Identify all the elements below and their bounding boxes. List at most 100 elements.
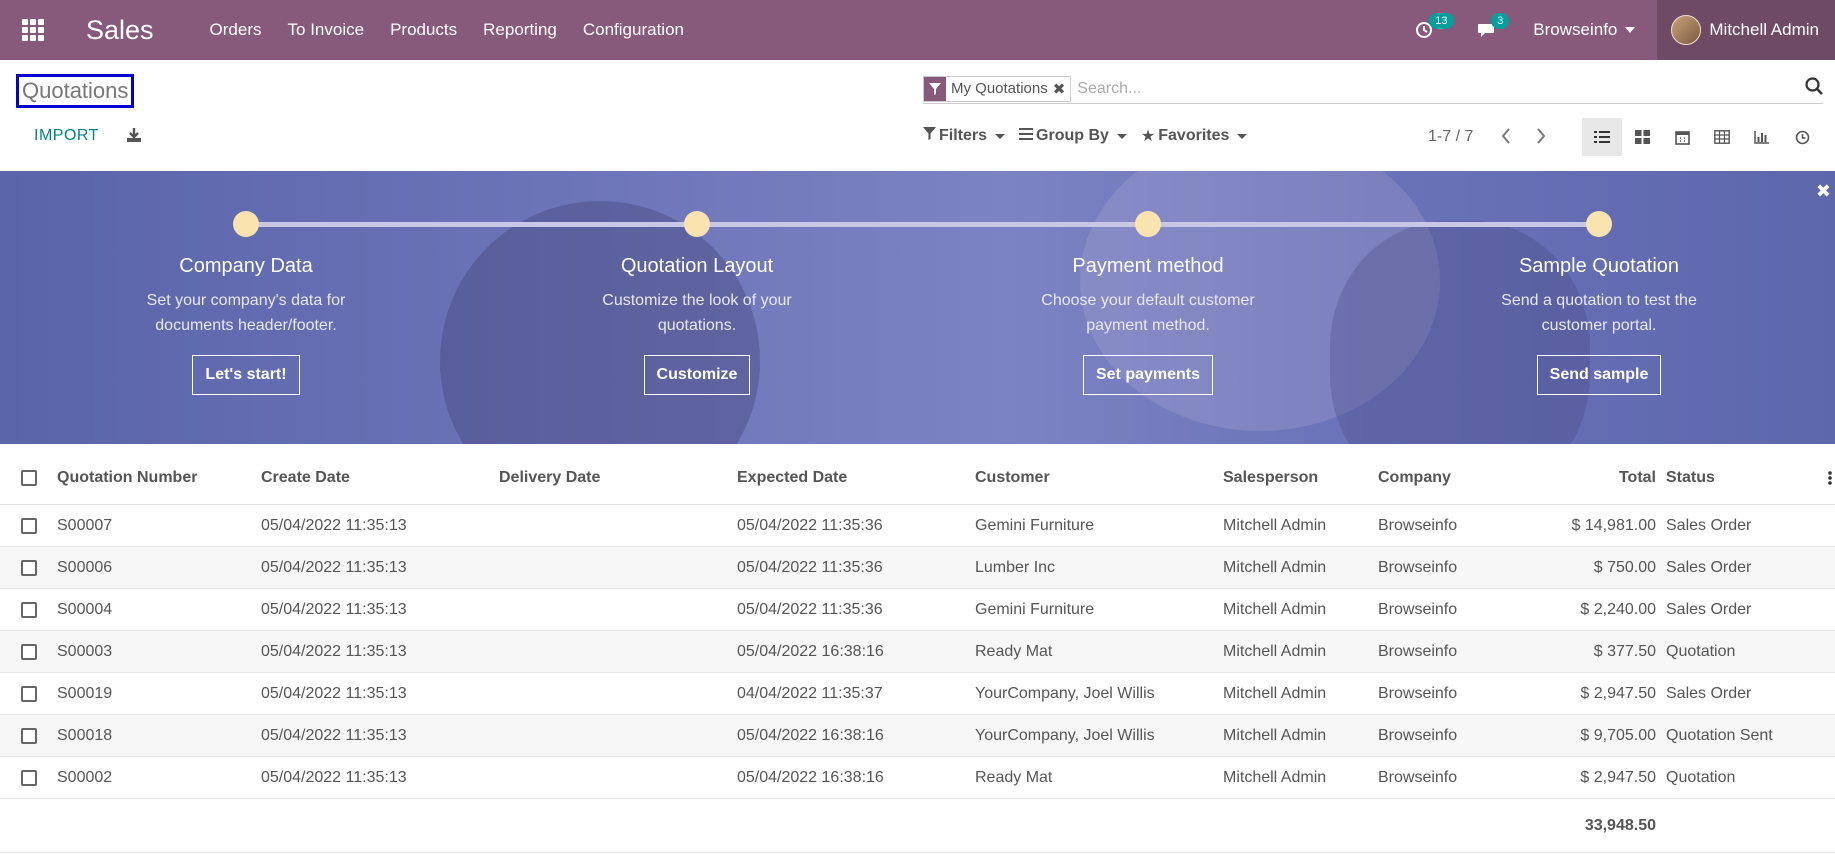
cell-customer: Lumber Inc — [975, 558, 1056, 576]
cell-status: Quotation — [1666, 768, 1736, 786]
company-switcher-label: Browseinfo — [1533, 20, 1618, 39]
column-header-company[interactable]: Company — [1378, 451, 1451, 504]
company-switcher[interactable]: Browseinfo — [1533, 20, 1636, 40]
row-checkbox[interactable] — [21, 505, 37, 546]
facet-remove-icon[interactable]: ✖ — [1053, 80, 1071, 98]
onboarding-banner: ✖ Company Data Set your company's data f… — [0, 171, 1835, 444]
table-footer: 33,948.50 — [0, 799, 1835, 853]
row-checkbox[interactable] — [21, 547, 37, 588]
column-header-status[interactable]: Status — [1666, 451, 1715, 504]
chevron-down-icon — [995, 133, 1006, 139]
cell-status: Sales Order — [1666, 516, 1752, 534]
step-title: Company Data — [179, 255, 313, 277]
favorites-button[interactable]: ★ Favorites — [1140, 126, 1248, 146]
group-by-button[interactable]: Group By — [1019, 127, 1127, 145]
download-icon[interactable] — [126, 127, 142, 148]
menu-to-invoice[interactable]: To Invoice — [288, 20, 365, 40]
step-title: Payment method — [1072, 255, 1224, 277]
column-header-create-date[interactable]: Create Date — [261, 451, 350, 504]
select-all-checkbox[interactable] — [21, 451, 37, 504]
table-row[interactable]: S00002 05/04/2022 11:35:13 05/04/2022 16… — [0, 757, 1835, 799]
customize-button[interactable]: Customize — [643, 355, 751, 395]
close-icon[interactable]: ✖ — [1816, 181, 1831, 202]
row-checkbox[interactable] — [21, 757, 37, 798]
cell-total: $ 14,981.00 — [1571, 516, 1656, 534]
quotations-table: Quotation Number Create Date Delivery Da… — [0, 451, 1835, 853]
cell-total: $ 377.50 — [1593, 642, 1656, 660]
table-row[interactable]: S00003 05/04/2022 11:35:13 05/04/2022 16… — [0, 631, 1835, 673]
star-icon: ★ — [1140, 128, 1156, 145]
pivot-view-icon[interactable] — [1702, 118, 1742, 156]
activity-view-icon[interactable] — [1782, 118, 1822, 156]
cell-salesperson: Mitchell Admin — [1223, 726, 1327, 744]
cell-customer: YourCompany, Joel Willis — [975, 726, 1155, 744]
cell-create-date: 05/04/2022 11:35:13 — [261, 558, 407, 576]
filter-icon — [924, 76, 946, 101]
chevron-down-icon — [1237, 133, 1248, 139]
menu-orders[interactable]: Orders — [210, 20, 262, 40]
cell-number: S00003 — [57, 642, 113, 660]
cell-number: S00002 — [57, 768, 113, 786]
menu-reporting[interactable]: Reporting — [483, 20, 557, 40]
menu-configuration[interactable]: Configuration — [583, 20, 684, 40]
user-menu[interactable]: Mitchell Admin — [1657, 0, 1835, 60]
row-checkbox[interactable] — [21, 589, 37, 630]
table-row[interactable]: S00019 05/04/2022 11:35:13 04/04/2022 11… — [0, 673, 1835, 715]
apps-menu-icon[interactable] — [0, 0, 66, 60]
cell-salesperson: Mitchell Admin — [1223, 516, 1327, 534]
pager-value[interactable]: 1-7 / 7 — [1428, 128, 1473, 146]
cell-expected-date: 05/04/2022 11:35:36 — [737, 558, 883, 576]
table-header: Quotation Number Create Date Delivery Da… — [0, 451, 1835, 505]
column-header-salesperson[interactable]: Salesperson — [1223, 451, 1318, 504]
cell-number: S00004 — [57, 600, 113, 618]
row-checkbox[interactable] — [21, 631, 37, 672]
row-checkbox[interactable] — [21, 673, 37, 714]
chevron-right-icon[interactable] — [1535, 127, 1547, 150]
column-header-quotation-number[interactable]: Quotation Number — [57, 451, 197, 504]
app-brand[interactable]: Sales — [86, 15, 154, 46]
cell-total: $ 2,947.50 — [1580, 768, 1656, 786]
cell-status: Sales Order — [1666, 600, 1752, 618]
calendar-view-icon[interactable] — [1662, 118, 1702, 156]
menu-products[interactable]: Products — [390, 20, 457, 40]
table-row[interactable]: S00018 05/04/2022 11:35:13 05/04/2022 16… — [0, 715, 1835, 757]
cell-salesperson: Mitchell Admin — [1223, 768, 1327, 786]
onboarding-progress-track — [246, 222, 1598, 227]
list-view-icon[interactable] — [1582, 118, 1622, 156]
group-by-label: Group By — [1036, 127, 1109, 144]
table-row[interactable]: S00006 05/04/2022 11:35:13 05/04/2022 11… — [0, 547, 1835, 589]
cell-company: Browseinfo — [1378, 600, 1458, 618]
row-checkbox[interactable] — [21, 715, 37, 756]
cell-number: S00007 — [57, 516, 113, 534]
messages-icon[interactable]: 3 — [1477, 13, 1510, 39]
graph-view-icon[interactable] — [1742, 118, 1782, 156]
column-header-expected-date[interactable]: Expected Date — [737, 451, 847, 504]
import-button[interactable]: IMPORT — [34, 127, 99, 145]
search-icon[interactable] — [1805, 77, 1823, 100]
chevron-down-icon — [1116, 133, 1127, 139]
cell-company: Browseinfo — [1378, 558, 1458, 576]
chevron-left-icon[interactable] — [1500, 127, 1512, 150]
lets-start-button[interactable]: Let's start! — [192, 355, 300, 395]
messages-badge: 3 — [1491, 13, 1510, 29]
cell-number: S00019 — [57, 684, 113, 702]
table-row[interactable]: S00007 05/04/2022 11:35:13 05/04/2022 11… — [0, 505, 1835, 547]
onboarding-step-company-data: Company Data Set your company's data for… — [86, 211, 406, 395]
set-payments-button[interactable]: Set payments — [1082, 355, 1214, 395]
chevron-down-icon — [1625, 27, 1636, 33]
table-row[interactable]: S00004 05/04/2022 11:35:13 05/04/2022 11… — [0, 589, 1835, 631]
column-header-total[interactable]: Total — [1500, 451, 1656, 504]
optional-columns-toggle-icon[interactable] — [1828, 451, 1832, 504]
activities-badge: 13 — [1429, 13, 1454, 29]
activities-icon[interactable]: 13 — [1415, 13, 1454, 39]
column-header-customer[interactable]: Customer — [975, 451, 1050, 504]
kanban-view-icon[interactable] — [1622, 118, 1662, 156]
favorites-label: Favorites — [1158, 127, 1230, 144]
cell-number: S00006 — [57, 558, 113, 576]
onboarding-step-sample-quotation: Sample Quotation Send a quotation to tes… — [1439, 211, 1759, 395]
search-input[interactable] — [1077, 79, 1778, 98]
filters-button[interactable]: Filters — [923, 127, 1006, 145]
column-header-delivery-date[interactable]: Delivery Date — [499, 451, 600, 504]
send-sample-button[interactable]: Send sample — [1536, 355, 1662, 395]
cell-customer: YourCompany, Joel Willis — [975, 684, 1155, 702]
